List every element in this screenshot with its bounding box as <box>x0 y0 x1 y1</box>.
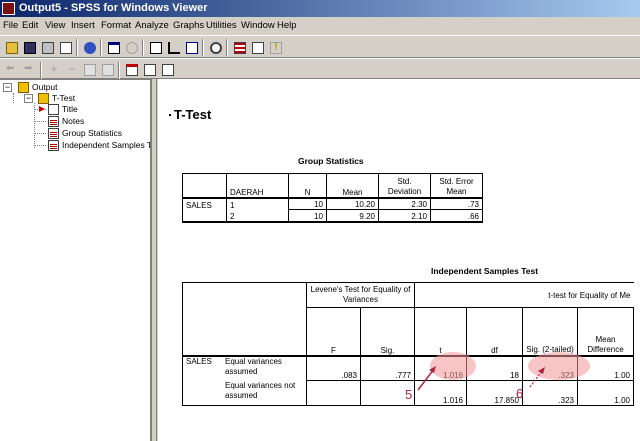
menu-edit[interactable]: Edit <box>22 20 38 31</box>
designate-window-icon[interactable] <box>230 39 248 56</box>
variables-icon[interactable] <box>182 39 200 56</box>
annotation-5: 5 <box>405 387 413 402</box>
group-stats-table-icon <box>48 128 59 139</box>
pane-splitter[interactable] <box>152 79 157 441</box>
title-page-icon <box>48 104 59 115</box>
expand-icon[interactable]: + <box>44 61 62 77</box>
demote-icon[interactable]: ➡ <box>20 61 38 77</box>
menu-file[interactable]: File <box>3 20 18 31</box>
menu-utilities[interactable]: Utilities <box>206 20 237 31</box>
spss-app-icon <box>2 2 15 15</box>
show-icon[interactable] <box>80 61 98 77</box>
arrow-6-icon <box>529 370 543 388</box>
collapse-ttest-toggle[interactable]: − <box>24 94 33 103</box>
collapse-output-toggle[interactable]: − <box>3 83 12 92</box>
menu-help[interactable]: Help <box>277 20 297 31</box>
annotation-6: 6 <box>516 386 524 401</box>
run-script-icon[interactable] <box>248 39 266 56</box>
menu-graphs[interactable]: Graphs <box>173 20 204 31</box>
ttest-book-icon <box>38 93 49 104</box>
window-title: Output5 - SPSS for Windows Viewer <box>19 2 208 14</box>
recall-dialog-icon[interactable] <box>104 39 122 56</box>
goto-data-icon[interactable] <box>146 39 164 56</box>
output-book-icon <box>18 82 29 93</box>
main-toolbar: ! <box>0 35 640 58</box>
menu-format[interactable]: Format <box>101 20 131 31</box>
goto-case-icon[interactable] <box>164 39 182 56</box>
insert-text-icon[interactable] <box>158 61 176 77</box>
export-icon[interactable] <box>80 39 98 56</box>
indep-test-table-icon <box>48 140 59 151</box>
arrow-5-icon <box>417 368 435 391</box>
menu-bar: File Edit View Insert Format Analyze Gra… <box>0 17 640 35</box>
help-icon[interactable]: ! <box>266 39 284 56</box>
outline-toolbar: ⬅ ➡ + − <box>0 58 640 79</box>
outline-pane: − Output − T-Test Title Notes Group Stat… <box>0 79 152 441</box>
hide-icon[interactable] <box>98 61 116 77</box>
notes-table-icon <box>48 116 59 127</box>
menu-window[interactable]: Window <box>241 20 275 31</box>
undo-icon[interactable] <box>122 39 140 56</box>
title-bar: Output5 - SPSS for Windows Viewer <box>0 0 640 17</box>
insert-title-icon[interactable] <box>140 61 158 77</box>
print-icon[interactable] <box>38 39 56 56</box>
current-item-arrow-icon <box>39 106 45 112</box>
open-icon[interactable] <box>2 39 20 56</box>
menu-insert[interactable]: Insert <box>71 20 95 31</box>
menu-analyze[interactable]: Analyze <box>135 20 169 31</box>
use-sets-icon[interactable] <box>206 39 224 56</box>
menu-view[interactable]: View <box>45 20 65 31</box>
annotation-arrows <box>417 366 545 391</box>
collapse-icon[interactable]: − <box>62 61 80 77</box>
print-preview-icon[interactable] <box>56 39 74 56</box>
viewer-content-pane: T-Test Group Statistics DAERAH N Mean St… <box>158 79 640 441</box>
insert-heading-icon[interactable] <box>122 61 140 77</box>
save-icon[interactable] <box>20 39 38 56</box>
promote-icon[interactable]: ⬅ <box>2 61 20 77</box>
